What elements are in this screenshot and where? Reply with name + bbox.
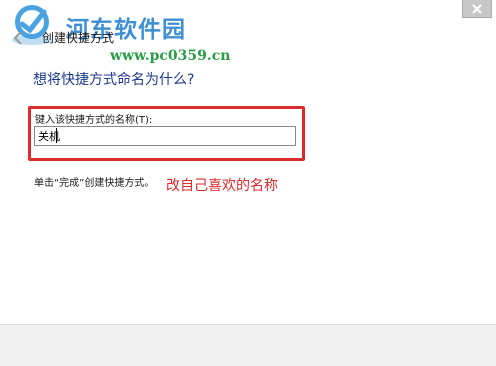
wizard-title: 创建快捷方式	[42, 31, 115, 45]
button-footer	[0, 324, 496, 366]
close-icon	[472, 3, 482, 14]
text-caret	[56, 128, 57, 143]
watermark-url: www.pc0359.cn	[110, 48, 231, 64]
finish-hint: 单击“完成”创建快捷方式。	[34, 178, 155, 189]
shortcut-name-input[interactable]	[34, 126, 296, 146]
name-field-label: 键入该快捷方式的名称(T):	[35, 115, 153, 126]
page-heading: 想将快捷方式命名为什么?	[33, 72, 195, 88]
back-arrow-icon[interactable]	[10, 29, 28, 47]
annotation-note: 改自己喜欢的名称	[166, 178, 278, 194]
close-button[interactable]	[462, 0, 492, 18]
